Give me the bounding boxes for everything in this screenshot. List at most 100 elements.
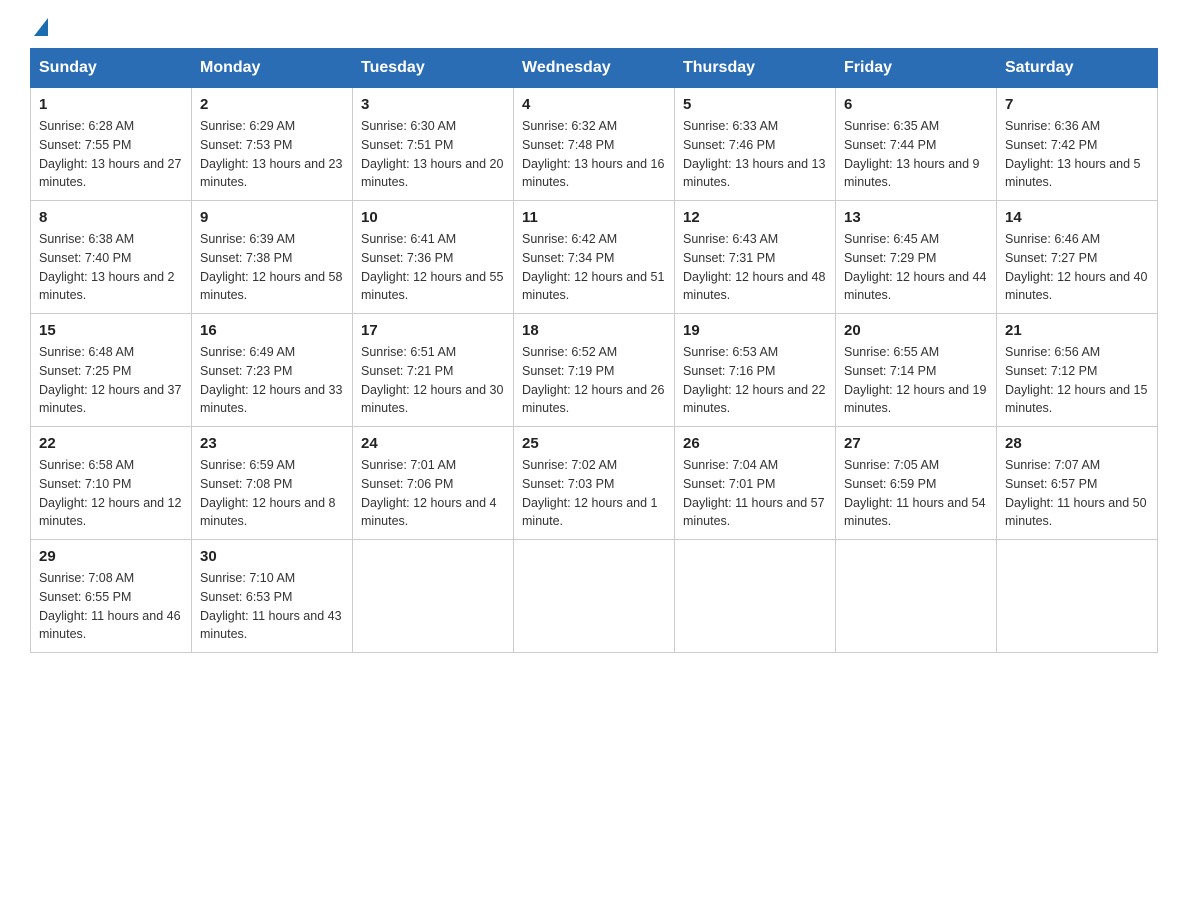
calendar-cell: 16 Sunrise: 6:49 AMSunset: 7:23 PMDayligh…	[192, 314, 353, 427]
day-info: Sunrise: 6:58 AMSunset: 7:10 PMDaylight:…	[39, 456, 183, 531]
day-info: Sunrise: 6:45 AMSunset: 7:29 PMDaylight:…	[844, 230, 988, 305]
day-number: 3	[361, 96, 505, 113]
weekday-header-monday: Monday	[192, 49, 353, 88]
calendar-cell: 26 Sunrise: 7:04 AMSunset: 7:01 PMDayligh…	[675, 427, 836, 540]
page-header	[30, 20, 1158, 38]
calendar-cell: 11Sunrise: 6:42 AMSunset: 7:34 PMDayligh…	[514, 201, 675, 314]
day-number: 23	[200, 435, 344, 452]
day-info: Sunrise: 7:08 AMSunset: 6:55 PMDaylight:…	[39, 569, 183, 644]
day-number: 2	[200, 96, 344, 113]
day-number: 18	[522, 322, 666, 339]
weekday-header-sunday: Sunday	[31, 49, 192, 88]
day-number: 30	[200, 548, 344, 565]
day-info: Sunrise: 6:39 AMSunset: 7:38 PMDaylight:…	[200, 230, 344, 305]
weekday-header-thursday: Thursday	[675, 49, 836, 88]
day-number: 9	[200, 209, 344, 226]
day-number: 11	[522, 209, 666, 226]
day-info: Sunrise: 7:02 AMSunset: 7:03 PMDaylight:…	[522, 456, 666, 531]
calendar-table: SundayMondayTuesdayWednesdayThursdayFrid…	[30, 48, 1158, 653]
day-info: Sunrise: 6:38 AMSunset: 7:40 PMDaylight:…	[39, 230, 183, 305]
day-number: 25	[522, 435, 666, 452]
calendar-cell: 6Sunrise: 6:35 AMSunset: 7:44 PMDaylight…	[836, 88, 997, 201]
calendar-cell	[836, 540, 997, 653]
calendar-cell: 24 Sunrise: 7:01 AMSunset: 7:06 PMDayligh…	[353, 427, 514, 540]
day-number: 29	[39, 548, 183, 565]
calendar-cell: 7 Sunrise: 6:36 AMSunset: 7:42 PMDaylight…	[997, 88, 1158, 201]
day-number: 13	[844, 209, 988, 226]
day-number: 27	[844, 435, 988, 452]
day-number: 8	[39, 209, 183, 226]
day-number: 12	[683, 209, 827, 226]
calendar-cell: 15 Sunrise: 6:48 AMSunset: 7:25 PMDayligh…	[31, 314, 192, 427]
day-number: 20	[844, 322, 988, 339]
calendar-week-row: 22 Sunrise: 6:58 AMSunset: 7:10 PMDayligh…	[31, 427, 1158, 540]
day-info: Sunrise: 6:36 AMSunset: 7:42 PMDaylight:…	[1005, 117, 1149, 192]
day-info: Sunrise: 6:48 AMSunset: 7:25 PMDaylight:…	[39, 343, 183, 418]
calendar-cell: 28 Sunrise: 7:07 AMSunset: 6:57 PMDayligh…	[997, 427, 1158, 540]
day-info: Sunrise: 6:28 AMSunset: 7:55 PMDaylight:…	[39, 117, 183, 192]
day-number: 28	[1005, 435, 1149, 452]
calendar-week-row: 8 Sunrise: 6:38 AMSunset: 7:40 PMDaylight…	[31, 201, 1158, 314]
calendar-cell: 3 Sunrise: 6:30 AMSunset: 7:51 PMDaylight…	[353, 88, 514, 201]
day-info: Sunrise: 6:41 AMSunset: 7:36 PMDaylight:…	[361, 230, 505, 305]
day-info: Sunrise: 6:29 AMSunset: 7:53 PMDaylight:…	[200, 117, 344, 192]
day-info: Sunrise: 6:56 AMSunset: 7:12 PMDaylight:…	[1005, 343, 1149, 418]
calendar-cell	[675, 540, 836, 653]
day-number: 22	[39, 435, 183, 452]
calendar-cell: 30 Sunrise: 7:10 AMSunset: 6:53 PMDayligh…	[192, 540, 353, 653]
logo	[30, 20, 48, 38]
calendar-cell: 10Sunrise: 6:41 AMSunset: 7:36 PMDayligh…	[353, 201, 514, 314]
calendar-header-row: SundayMondayTuesdayWednesdayThursdayFrid…	[31, 49, 1158, 88]
day-info: Sunrise: 6:30 AMSunset: 7:51 PMDaylight:…	[361, 117, 505, 192]
day-number: 16	[200, 322, 344, 339]
calendar-cell: 18 Sunrise: 6:52 AMSunset: 7:19 PMDayligh…	[514, 314, 675, 427]
day-info: Sunrise: 6:51 AMSunset: 7:21 PMDaylight:…	[361, 343, 505, 418]
calendar-cell: 14Sunrise: 6:46 AMSunset: 7:27 PMDayligh…	[997, 201, 1158, 314]
logo-triangle-icon	[34, 18, 48, 36]
day-info: Sunrise: 6:43 AMSunset: 7:31 PMDaylight:…	[683, 230, 827, 305]
calendar-cell: 2 Sunrise: 6:29 AMSunset: 7:53 PMDaylight…	[192, 88, 353, 201]
day-info: Sunrise: 6:55 AMSunset: 7:14 PMDaylight:…	[844, 343, 988, 418]
day-info: Sunrise: 7:10 AMSunset: 6:53 PMDaylight:…	[200, 569, 344, 644]
day-info: Sunrise: 6:59 AMSunset: 7:08 PMDaylight:…	[200, 456, 344, 531]
day-info: Sunrise: 6:32 AMSunset: 7:48 PMDaylight:…	[522, 117, 666, 192]
day-info: Sunrise: 6:33 AMSunset: 7:46 PMDaylight:…	[683, 117, 827, 192]
calendar-cell: 19 Sunrise: 6:53 AMSunset: 7:16 PMDayligh…	[675, 314, 836, 427]
weekday-header-wednesday: Wednesday	[514, 49, 675, 88]
calendar-cell: 17 Sunrise: 6:51 AMSunset: 7:21 PMDayligh…	[353, 314, 514, 427]
calendar-cell: 22 Sunrise: 6:58 AMSunset: 7:10 PMDayligh…	[31, 427, 192, 540]
day-number: 4	[522, 96, 666, 113]
day-number: 24	[361, 435, 505, 452]
day-number: 7	[1005, 96, 1149, 113]
day-info: Sunrise: 7:01 AMSunset: 7:06 PMDaylight:…	[361, 456, 505, 531]
calendar-week-row: 1 Sunrise: 6:28 AMSunset: 7:55 PMDaylight…	[31, 88, 1158, 201]
weekday-header-friday: Friday	[836, 49, 997, 88]
calendar-cell: 5 Sunrise: 6:33 AMSunset: 7:46 PMDaylight…	[675, 88, 836, 201]
day-number: 19	[683, 322, 827, 339]
day-number: 1	[39, 96, 183, 113]
day-number: 17	[361, 322, 505, 339]
day-info: Sunrise: 7:07 AMSunset: 6:57 PMDaylight:…	[1005, 456, 1149, 531]
day-info: Sunrise: 6:52 AMSunset: 7:19 PMDaylight:…	[522, 343, 666, 418]
weekday-header-saturday: Saturday	[997, 49, 1158, 88]
calendar-cell: 12 Sunrise: 6:43 AMSunset: 7:31 PMDayligh…	[675, 201, 836, 314]
calendar-cell: 8 Sunrise: 6:38 AMSunset: 7:40 PMDaylight…	[31, 201, 192, 314]
day-info: Sunrise: 6:49 AMSunset: 7:23 PMDaylight:…	[200, 343, 344, 418]
calendar-cell	[997, 540, 1158, 653]
weekday-header-tuesday: Tuesday	[353, 49, 514, 88]
day-info: Sunrise: 6:53 AMSunset: 7:16 PMDaylight:…	[683, 343, 827, 418]
calendar-cell: 21Sunrise: 6:56 AMSunset: 7:12 PMDayligh…	[997, 314, 1158, 427]
day-number: 14	[1005, 209, 1149, 226]
day-number: 15	[39, 322, 183, 339]
day-number: 26	[683, 435, 827, 452]
calendar-week-row: 29 Sunrise: 7:08 AMSunset: 6:55 PMDayligh…	[31, 540, 1158, 653]
day-number: 6	[844, 96, 988, 113]
calendar-cell: 9 Sunrise: 6:39 AMSunset: 7:38 PMDaylight…	[192, 201, 353, 314]
calendar-cell: 1 Sunrise: 6:28 AMSunset: 7:55 PMDaylight…	[31, 88, 192, 201]
calendar-cell: 4 Sunrise: 6:32 AMSunset: 7:48 PMDaylight…	[514, 88, 675, 201]
calendar-cell: 27 Sunrise: 7:05 AMSunset: 6:59 PMDayligh…	[836, 427, 997, 540]
day-info: Sunrise: 7:05 AMSunset: 6:59 PMDaylight:…	[844, 456, 988, 531]
day-info: Sunrise: 7:04 AMSunset: 7:01 PMDaylight:…	[683, 456, 827, 531]
calendar-cell	[353, 540, 514, 653]
day-number: 5	[683, 96, 827, 113]
